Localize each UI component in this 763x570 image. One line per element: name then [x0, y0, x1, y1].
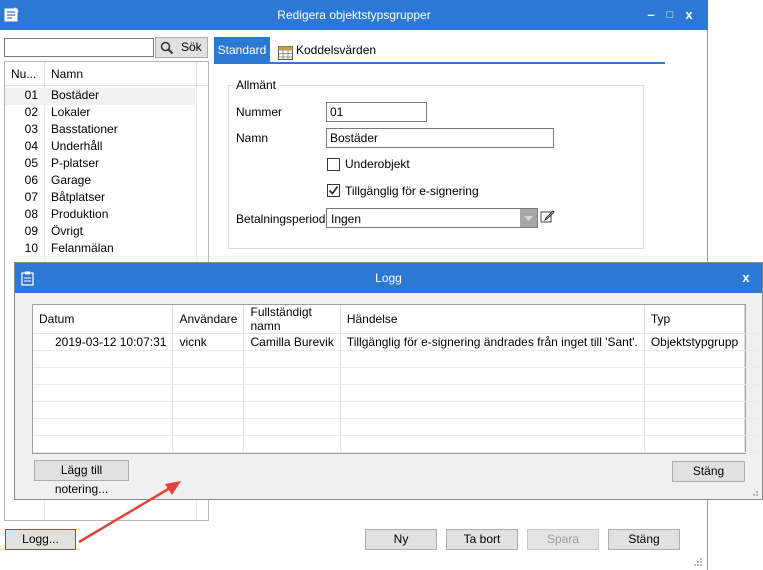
annotation-arrow — [78, 481, 181, 544]
